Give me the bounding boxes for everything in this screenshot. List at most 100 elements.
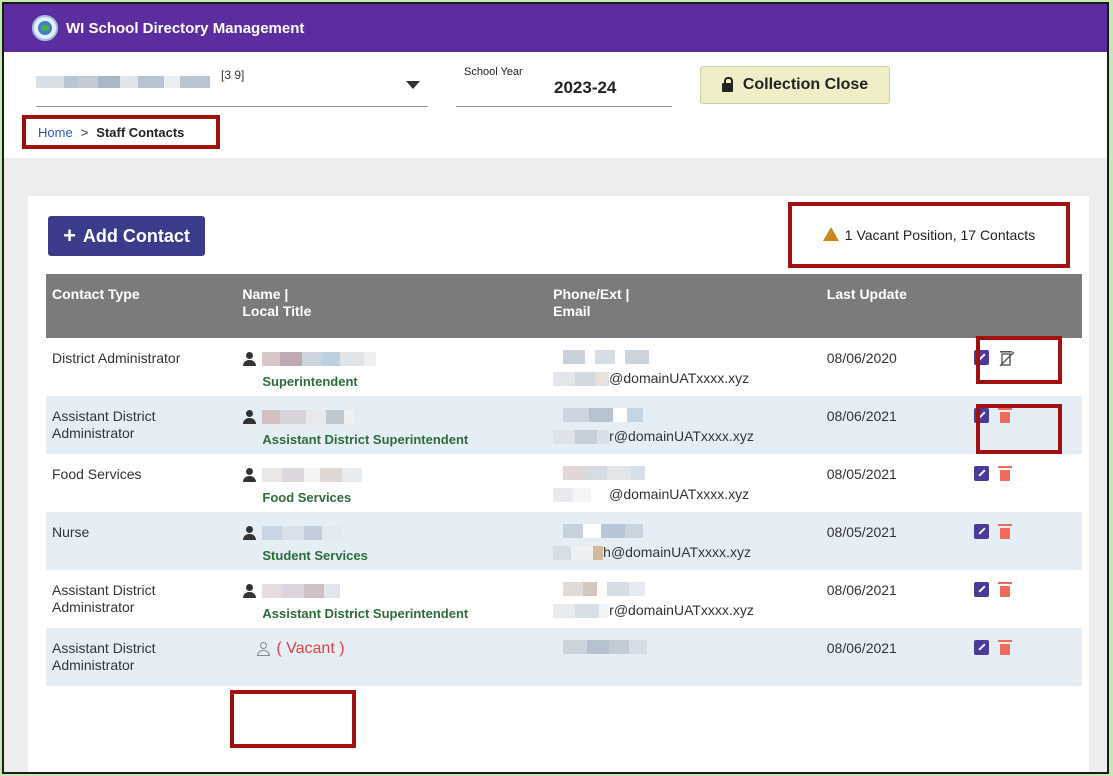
contact-phone-email: @domainUATxxxx.xyz [547, 338, 821, 396]
last-update: 08/06/2021 [826, 640, 897, 656]
contact-email[interactable]: r@domainUATxxxx.xyz [609, 428, 754, 445]
delete-icon[interactable] [998, 408, 1013, 423]
contacts-card: + Add Contact 1 Vacant Position, 17 Cont… [28, 196, 1089, 772]
name-redacted [262, 352, 377, 367]
school-year-field[interactable]: School Year 2023-24 [456, 66, 672, 107]
header-name-line1: Name | [242, 286, 289, 302]
add-contact-label: Add Contact [82, 225, 190, 246]
header-area: [3 9] School Year 2023-24 Collection Clo… [4, 52, 1107, 158]
delete-icon[interactable] [998, 640, 1013, 655]
edit-icon[interactable] [974, 350, 990, 365]
header-contact-type[interactable]: Contact Type [46, 274, 236, 338]
vacant-label: ( Vacant ) [276, 640, 345, 657]
contact-phone-email: h@domainUATxxxx.xyz [547, 512, 821, 570]
phone-redacted [563, 582, 815, 596]
contact-name: Assistant District Superintendent [236, 570, 547, 628]
breadcrumb-current: Staff Contacts [96, 124, 185, 140]
collection-close-label: Collection Close [742, 76, 869, 93]
delete-icon[interactable] [998, 466, 1013, 481]
phone-redacted [563, 350, 815, 364]
table-row: District Administrator Superintendent @d… [46, 338, 1082, 396]
district-name-redacted [36, 70, 210, 88]
name-redacted [262, 584, 341, 599]
contact-type: Assistant District Administrator [52, 408, 156, 441]
header-last-update[interactable]: Last Update [821, 274, 961, 338]
contact-type: District Administrator [52, 350, 181, 366]
delete-icon[interactable] [998, 524, 1013, 539]
breadcrumb: Home > Staff Contacts [22, 115, 220, 149]
contact-email[interactable]: @domainUATxxxx.xyz [609, 486, 749, 503]
add-contact-button[interactable]: + Add Contact [48, 216, 205, 256]
app-window: WI School Directory Management [3 9] Sch… [2, 2, 1109, 774]
person-icon [242, 410, 257, 425]
row-actions [960, 628, 1082, 686]
district-select[interactable]: [3 9] [36, 66, 428, 107]
app-title: WI School Directory Management [66, 19, 305, 37]
collection-close-button[interactable]: Collection Close [700, 66, 890, 104]
person-icon [242, 526, 257, 541]
last-update: 08/06/2021 [826, 408, 897, 424]
delete-icon[interactable] [998, 582, 1013, 597]
person-icon [242, 468, 257, 483]
person-icon [242, 352, 257, 367]
header-name[interactable]: Name | Local Title [236, 274, 547, 338]
row-actions [960, 570, 1082, 628]
contact-type: Assistant District Administrator [52, 582, 156, 615]
table-row: Assistant District Administrator ( Vacan… [46, 628, 1082, 686]
last-update: 08/06/2021 [826, 582, 897, 598]
globe-logo-icon [32, 15, 58, 41]
edit-icon[interactable] [974, 640, 990, 655]
table-row: Nurse Student Services h@domainUATxxxx.x… [46, 512, 1082, 570]
local-title: Assistant District Superintendent [262, 606, 469, 621]
header-phone-line2: Email [553, 303, 591, 319]
name-redacted [262, 526, 343, 541]
person-outline-icon [256, 642, 271, 657]
name-redacted [262, 468, 363, 483]
row-actions [960, 454, 1082, 512]
contact-phone-email: r@domainUATxxxx.xyz [547, 570, 821, 628]
contact-name: ( Vacant ) [236, 628, 547, 686]
person-icon [242, 584, 257, 599]
row-actions [960, 512, 1082, 570]
breadcrumb-home-link[interactable]: Home [38, 125, 73, 140]
contact-email[interactable]: @domainUATxxxx.xyz [609, 370, 749, 387]
header-phone-line1: Phone/Ext | [553, 286, 630, 302]
table-row: Assistant District Administrator Assista… [46, 570, 1082, 628]
last-update: 08/05/2021 [826, 524, 897, 540]
contact-email[interactable]: h@domainUATxxxx.xyz [603, 544, 751, 561]
contacts-table: Contact Type Name | Local Title Phone/Ex… [46, 274, 1082, 686]
vacancy-summary-text: 1 Vacant Position, 17 Contacts [844, 227, 1036, 243]
row-actions [960, 338, 1082, 396]
caret-down-icon[interactable] [406, 81, 420, 89]
contact-name: Student Services [236, 512, 547, 570]
local-title: Food Services [262, 490, 352, 505]
vacancy-summary: 1 Vacant Position, 17 Contacts [788, 202, 1070, 268]
school-year-label: School Year [464, 66, 523, 78]
contact-name: Superintendent [236, 338, 547, 396]
phone-redacted [563, 466, 815, 480]
last-update: 08/06/2020 [826, 350, 897, 366]
last-update: 08/05/2021 [826, 466, 897, 482]
district-code: [3 9] [221, 68, 245, 82]
contact-name: Food Services [236, 454, 547, 512]
table-row: Food Services Food Services @domainUATxx… [46, 454, 1082, 512]
lock-icon [721, 76, 733, 92]
top-bar: WI School Directory Management [4, 4, 1107, 52]
contact-type: Food Services [52, 466, 142, 482]
edit-icon[interactable] [974, 466, 990, 481]
header-name-line2: Local Title [242, 303, 312, 319]
header-actions [960, 274, 1082, 338]
delete-disabled-icon [999, 350, 1015, 367]
local-title: Assistant District Superintendent [262, 432, 469, 447]
phone-redacted [563, 524, 815, 538]
edit-icon[interactable] [974, 582, 990, 597]
row-actions [960, 396, 1082, 454]
school-year-value: 2023-24 [554, 78, 617, 97]
phone-redacted [563, 640, 815, 654]
edit-icon[interactable] [974, 524, 990, 539]
contact-email[interactable]: r@domainUATxxxx.xyz [609, 602, 754, 619]
table-row: Assistant District Administrator Assista… [46, 396, 1082, 454]
edit-icon[interactable] [974, 408, 990, 423]
header-phone[interactable]: Phone/Ext | Email [547, 274, 821, 338]
local-title: Student Services [262, 548, 368, 563]
